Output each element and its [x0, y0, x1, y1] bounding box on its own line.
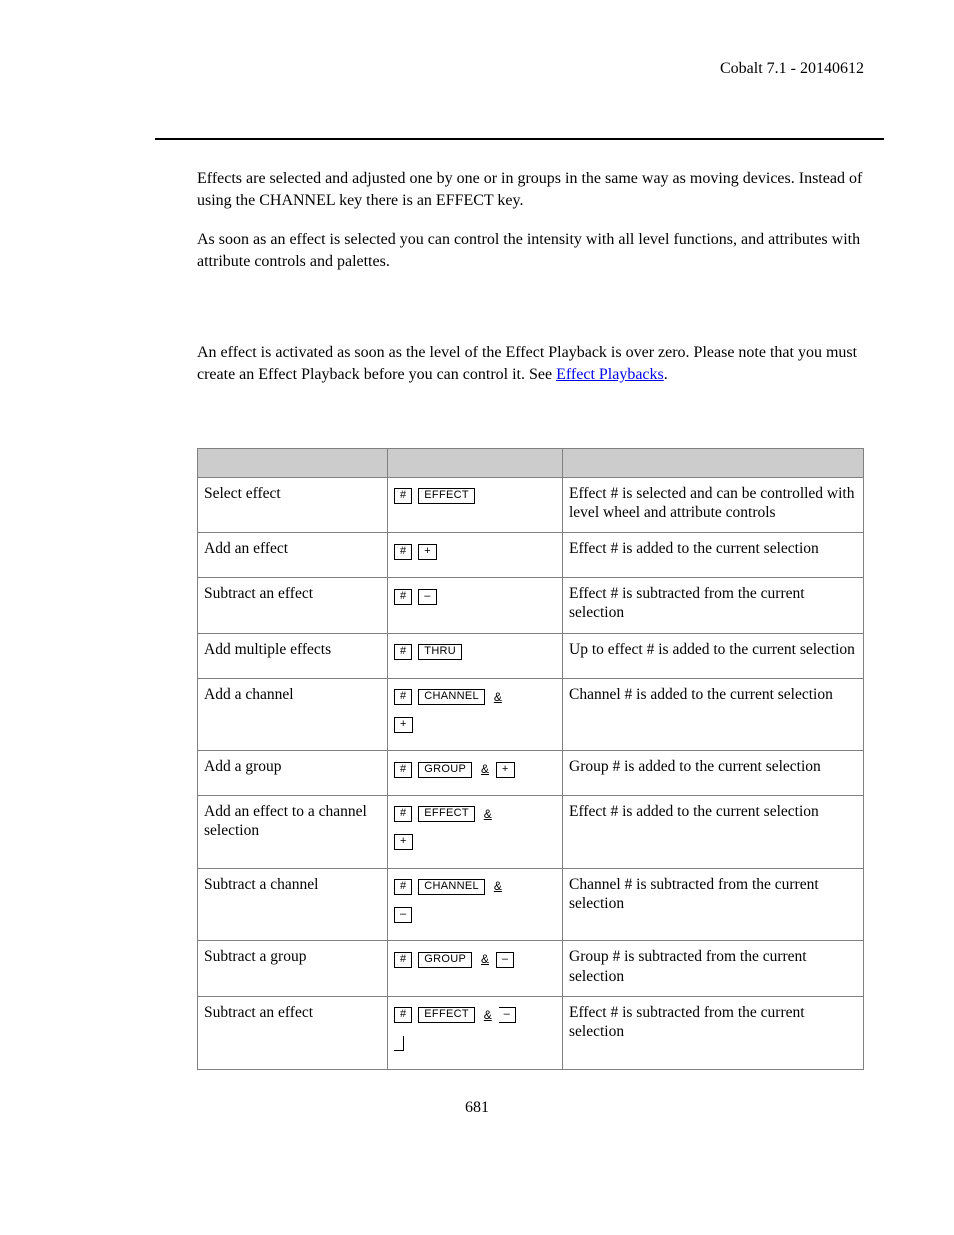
key-minus: – [418, 589, 436, 605]
document-header: Cobalt 7.1 - 20140612 [155, 60, 864, 78]
amp-separator: & [484, 1006, 492, 1025]
key-fragment [394, 1036, 404, 1051]
action-cell: Add multiple effects [198, 633, 388, 678]
paragraph-3-text: An effect is activated as soon as the le… [197, 344, 857, 383]
desc-cell: Effect # is added to the current selecti… [563, 796, 864, 869]
action-cell: Add a group [198, 751, 388, 796]
paragraph-2: As soon as an effect is selected you can… [197, 229, 864, 272]
action-cell: Subtract an effect [198, 578, 388, 634]
table-row: Add a group # GROUP & + Group # is added… [198, 751, 864, 796]
amp-separator: & [494, 877, 502, 896]
table-row: Subtract an effect # EFFECT & – Effect #… [198, 996, 864, 1069]
key-hash: # [394, 952, 412, 968]
paragraph-3: An effect is activated as soon as the le… [197, 342, 864, 385]
key-channel: CHANNEL [418, 689, 485, 705]
desc-cell: Group # is added to the current selectio… [563, 751, 864, 796]
action-cell: Subtract a channel [198, 868, 388, 941]
amp-separator: & [484, 805, 492, 824]
key-plus: + [496, 762, 515, 778]
key-group: GROUP [418, 952, 472, 968]
table-row: Subtract an effect # – Effect # is subtr… [198, 578, 864, 634]
keys-cell: # EFFECT & – [388, 996, 563, 1069]
key-effect: EFFECT [418, 488, 475, 504]
table-row: Add an effect # + Effect # is added to t… [198, 533, 864, 578]
effect-playbacks-link[interactable]: Effect Playbacks [556, 366, 664, 383]
action-cell: Subtract an effect [198, 996, 388, 1069]
key-hash: # [394, 589, 412, 605]
keys-cell: # CHANNEL & – [388, 868, 563, 941]
table-header-2 [388, 448, 563, 477]
key-plus: + [394, 834, 413, 850]
key-hash: # [394, 644, 412, 660]
desc-cell: Group # is subtracted from the current s… [563, 941, 864, 997]
desc-cell: Effect # is added to the current selecti… [563, 533, 864, 578]
table-header-row [198, 448, 864, 477]
desc-cell: Up to effect # is added to the current s… [563, 633, 864, 678]
key-minus: – [394, 907, 412, 923]
action-cell: Add a channel [198, 678, 388, 751]
paragraph-1: Effects are selected and adjusted one by… [197, 168, 864, 211]
table-header-1 [198, 448, 388, 477]
action-cell: Subtract a group [198, 941, 388, 997]
key-hash: # [394, 544, 412, 560]
table-row: Subtract a channel # CHANNEL & – Channel… [198, 868, 864, 941]
table-row: Add multiple effects # THRU Up to effect… [198, 633, 864, 678]
key-hash: # [394, 806, 412, 822]
amp-separator: & [481, 760, 489, 779]
desc-cell: Channel # is subtracted from the current… [563, 868, 864, 941]
page-number: 681 [0, 1099, 954, 1117]
key-plus: + [418, 544, 437, 560]
key-minus: – [496, 952, 514, 968]
action-cell: Add an effect to a channel selection [198, 796, 388, 869]
table-row: Select effect # EFFECT Effect # is selec… [198, 477, 864, 533]
desc-cell: Channel # is added to the current select… [563, 678, 864, 751]
key-plus: + [394, 717, 413, 733]
key-channel: CHANNEL [418, 879, 485, 895]
key-hash: # [394, 879, 412, 895]
keys-cell: # GROUP & – [388, 941, 563, 997]
key-hash: # [394, 689, 412, 705]
key-thru: THRU [418, 644, 462, 660]
key-effect: EFFECT [418, 1007, 475, 1023]
keys-cell: # – [388, 578, 563, 634]
desc-cell: Effect # is subtracted from the current … [563, 578, 864, 634]
effects-table: Select effect # EFFECT Effect # is selec… [197, 448, 864, 1070]
keys-cell: # GROUP & + [388, 751, 563, 796]
divider-line [155, 138, 884, 140]
keys-cell: # THRU [388, 633, 563, 678]
key-hash: # [394, 762, 412, 778]
amp-separator: & [481, 950, 489, 969]
keys-cell: # EFFECT & + [388, 796, 563, 869]
key-hash: # [394, 488, 412, 504]
key-minus: – [499, 1007, 516, 1023]
paragraph-3-end: . [664, 366, 668, 383]
table-row: Subtract a group # GROUP & – Group # is … [198, 941, 864, 997]
key-group: GROUP [418, 762, 472, 778]
key-effect: EFFECT [418, 806, 475, 822]
desc-cell: Effect # is subtracted from the current … [563, 996, 864, 1069]
keys-cell: # EFFECT [388, 477, 563, 533]
key-hash: # [394, 1007, 412, 1023]
table-header-3 [563, 448, 864, 477]
desc-cell: Effect # is selected and can be controll… [563, 477, 864, 533]
table-row: Add an effect to a channel selection # E… [198, 796, 864, 869]
table-row: Add a channel # CHANNEL & + Channel # is… [198, 678, 864, 751]
amp-separator: & [494, 688, 502, 707]
action-cell: Add an effect [198, 533, 388, 578]
keys-cell: # CHANNEL & + [388, 678, 563, 751]
action-cell: Select effect [198, 477, 388, 533]
keys-cell: # + [388, 533, 563, 578]
